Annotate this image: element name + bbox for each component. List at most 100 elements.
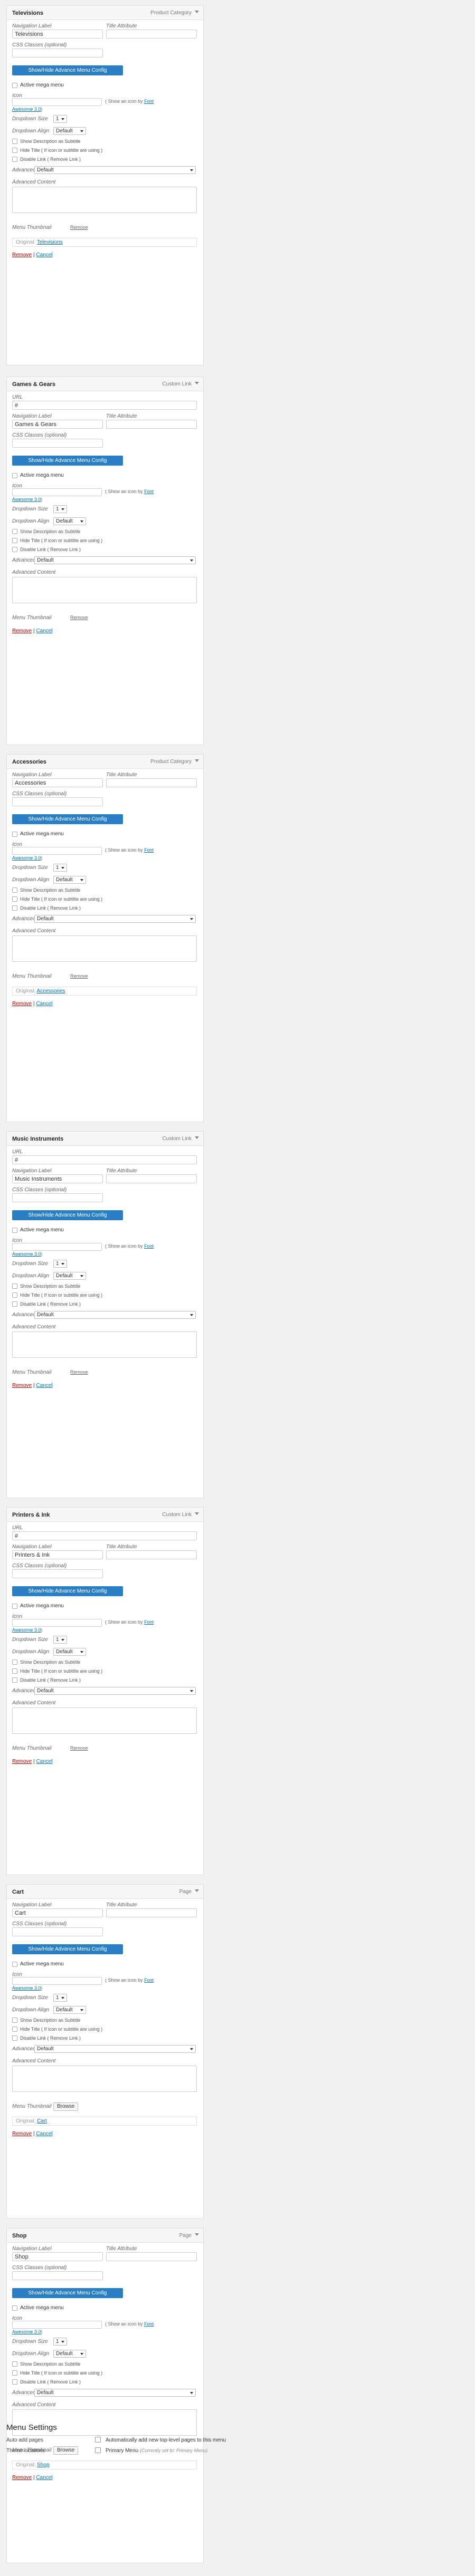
cancel-link[interactable]: Cancel	[36, 1759, 52, 1764]
dropdown-align-select[interactable]: Default	[53, 517, 86, 525]
dropdown-size-select[interactable]: 1	[53, 1636, 67, 1644]
font-link[interactable]: Font	[144, 2321, 154, 2327]
chevron-down-icon[interactable]	[195, 2233, 199, 2236]
font-link[interactable]: Font	[144, 847, 154, 853]
browse-button[interactable]: Browse	[53, 2446, 79, 2455]
advanced-content-textarea[interactable]	[12, 577, 197, 603]
active-mega-menu-checkbox[interactable]	[12, 473, 17, 478]
original-link[interactable]: Accessories	[36, 988, 65, 994]
active-mega-menu-checkbox[interactable]	[12, 1962, 17, 1967]
remove-thumbnail-link[interactable]: Remove	[70, 1369, 88, 1375]
chevron-down-icon[interactable]	[195, 1889, 199, 1892]
navigation-label-input[interactable]: Games & Gears	[12, 420, 103, 429]
dropdown-size-select[interactable]: 1	[53, 1994, 67, 2002]
hide-title-checkbox[interactable]	[12, 148, 17, 153]
cancel-link[interactable]: Cancel	[36, 252, 52, 258]
menu-item-handle[interactable]: Accessories Product Category	[7, 755, 203, 769]
menu-item-handle[interactable]: Televisions Product Category	[7, 6, 203, 20]
css-classes-input[interactable]	[12, 439, 103, 448]
advanced-content-textarea[interactable]	[12, 935, 197, 962]
icon-input[interactable]	[12, 1977, 102, 1985]
title-attribute-input[interactable]	[106, 2252, 197, 2261]
disable-link-checkbox[interactable]	[12, 1301, 17, 1307]
hide-title-checkbox[interactable]	[12, 1668, 17, 1674]
chevron-down-icon[interactable]	[195, 759, 199, 762]
icon-input[interactable]	[12, 1243, 102, 1251]
dropdown-align-select[interactable]: Default	[53, 1648, 86, 1656]
url-input[interactable]: #	[12, 1155, 197, 1164]
menu-item-handle[interactable]: Cart Page	[7, 1885, 203, 1899]
menu-item-handle[interactable]: Printers & Ink Custom Link	[7, 1508, 203, 1522]
dropdown-align-select[interactable]: Default	[53, 876, 86, 884]
remove-link[interactable]: Remove	[12, 252, 32, 258]
remove-thumbnail-link[interactable]: Remove	[70, 615, 88, 620]
awesome-link[interactable]: Awesome 3.0	[12, 1627, 41, 1633]
awesome-link[interactable]: Awesome 3.0	[12, 855, 41, 861]
remove-thumbnail-link[interactable]: Remove	[70, 225, 88, 230]
active-mega-menu-checkbox[interactable]	[12, 832, 17, 837]
remove-link[interactable]: Remove	[12, 628, 32, 634]
cancel-link[interactable]: Cancel	[36, 1383, 52, 1388]
original-link[interactable]: Shop	[37, 2462, 49, 2468]
dropdown-align-select[interactable]: Default	[53, 127, 86, 135]
dropdown-size-select[interactable]: 1	[53, 505, 67, 513]
dropdown-align-select[interactable]: Default	[53, 2006, 86, 2014]
menu-item-handle[interactable]: Games & Gears Custom Link	[7, 377, 203, 391]
url-input[interactable]: #	[12, 401, 197, 410]
advanced-select[interactable]: Default	[34, 1311, 196, 1319]
advanced-select[interactable]: Default	[34, 1687, 196, 1695]
dropdown-size-select[interactable]: 1	[53, 864, 67, 872]
font-link[interactable]: Font	[144, 1243, 154, 1249]
disable-link-checkbox[interactable]	[12, 547, 17, 552]
navigation-label-input[interactable]: Cart	[12, 1908, 103, 1917]
font-link[interactable]: Font	[144, 99, 154, 104]
advanced-select[interactable]: Default	[34, 2389, 196, 2397]
navigation-label-input[interactable]: Shop	[12, 2252, 103, 2261]
show-description-checkbox[interactable]	[12, 2361, 17, 2367]
browse-button[interactable]: Browse	[53, 2102, 79, 2111]
awesome-link[interactable]: Awesome 3.0	[12, 1251, 41, 1257]
advanced-content-textarea[interactable]	[12, 1332, 197, 1358]
cancel-link[interactable]: Cancel	[36, 1001, 52, 1007]
advanced-select[interactable]: Default	[34, 556, 196, 564]
css-classes-input[interactable]	[12, 49, 103, 57]
icon-input[interactable]	[12, 847, 102, 855]
hide-title-checkbox[interactable]	[12, 2027, 17, 2032]
advanced-select[interactable]: Default	[34, 915, 196, 923]
advanced-content-textarea[interactable]	[12, 2066, 197, 2092]
remove-link[interactable]: Remove	[12, 2475, 32, 2481]
icon-input[interactable]	[12, 2321, 102, 2329]
active-mega-menu-checkbox[interactable]	[12, 2305, 17, 2311]
advance-menu-config-button[interactable]: Show/Hide Advance Menu Config	[12, 814, 123, 824]
menu-item-handle[interactable]: Shop Page	[7, 2228, 203, 2243]
auto-add-checkbox[interactable]	[95, 2437, 101, 2443]
css-classes-input[interactable]	[12, 797, 103, 806]
url-input[interactable]: #	[12, 1531, 197, 1540]
navigation-label-input[interactable]: Accessories	[12, 778, 103, 787]
hide-title-checkbox[interactable]	[12, 1292, 17, 1298]
show-description-checkbox[interactable]	[12, 529, 17, 534]
hide-title-checkbox[interactable]	[12, 896, 17, 902]
awesome-link[interactable]: Awesome 3.0	[12, 107, 41, 112]
chevron-down-icon[interactable]	[195, 11, 199, 13]
advance-menu-config-button[interactable]: Show/Hide Advance Menu Config	[12, 456, 123, 466]
css-classes-input[interactable]	[12, 1193, 103, 1202]
show-description-checkbox[interactable]	[12, 1284, 17, 1289]
advanced-content-textarea[interactable]	[12, 1707, 197, 1734]
icon-input[interactable]	[12, 98, 102, 106]
disable-link-checkbox[interactable]	[12, 157, 17, 162]
title-attribute-input[interactable]	[106, 1550, 197, 1559]
advance-menu-config-button[interactable]: Show/Hide Advance Menu Config	[12, 1210, 123, 1220]
icon-input[interactable]	[12, 488, 102, 496]
css-classes-input[interactable]	[12, 1569, 103, 1578]
original-link[interactable]: Cart	[37, 2118, 47, 2124]
advance-menu-config-button[interactable]: Show/Hide Advance Menu Config	[12, 1944, 123, 1954]
navigation-label-input[interactable]: Printers & Ink	[12, 1550, 103, 1559]
advance-menu-config-button[interactable]: Show/Hide Advance Menu Config	[12, 1586, 123, 1596]
font-link[interactable]: Font	[144, 1619, 154, 1625]
navigation-label-input[interactable]: Music Instruments	[12, 1174, 103, 1183]
advanced-select[interactable]: Default	[34, 2045, 196, 2053]
title-attribute-input[interactable]	[106, 1174, 197, 1183]
chevron-down-icon[interactable]	[195, 1512, 199, 1515]
font-link[interactable]: Font	[144, 489, 154, 494]
